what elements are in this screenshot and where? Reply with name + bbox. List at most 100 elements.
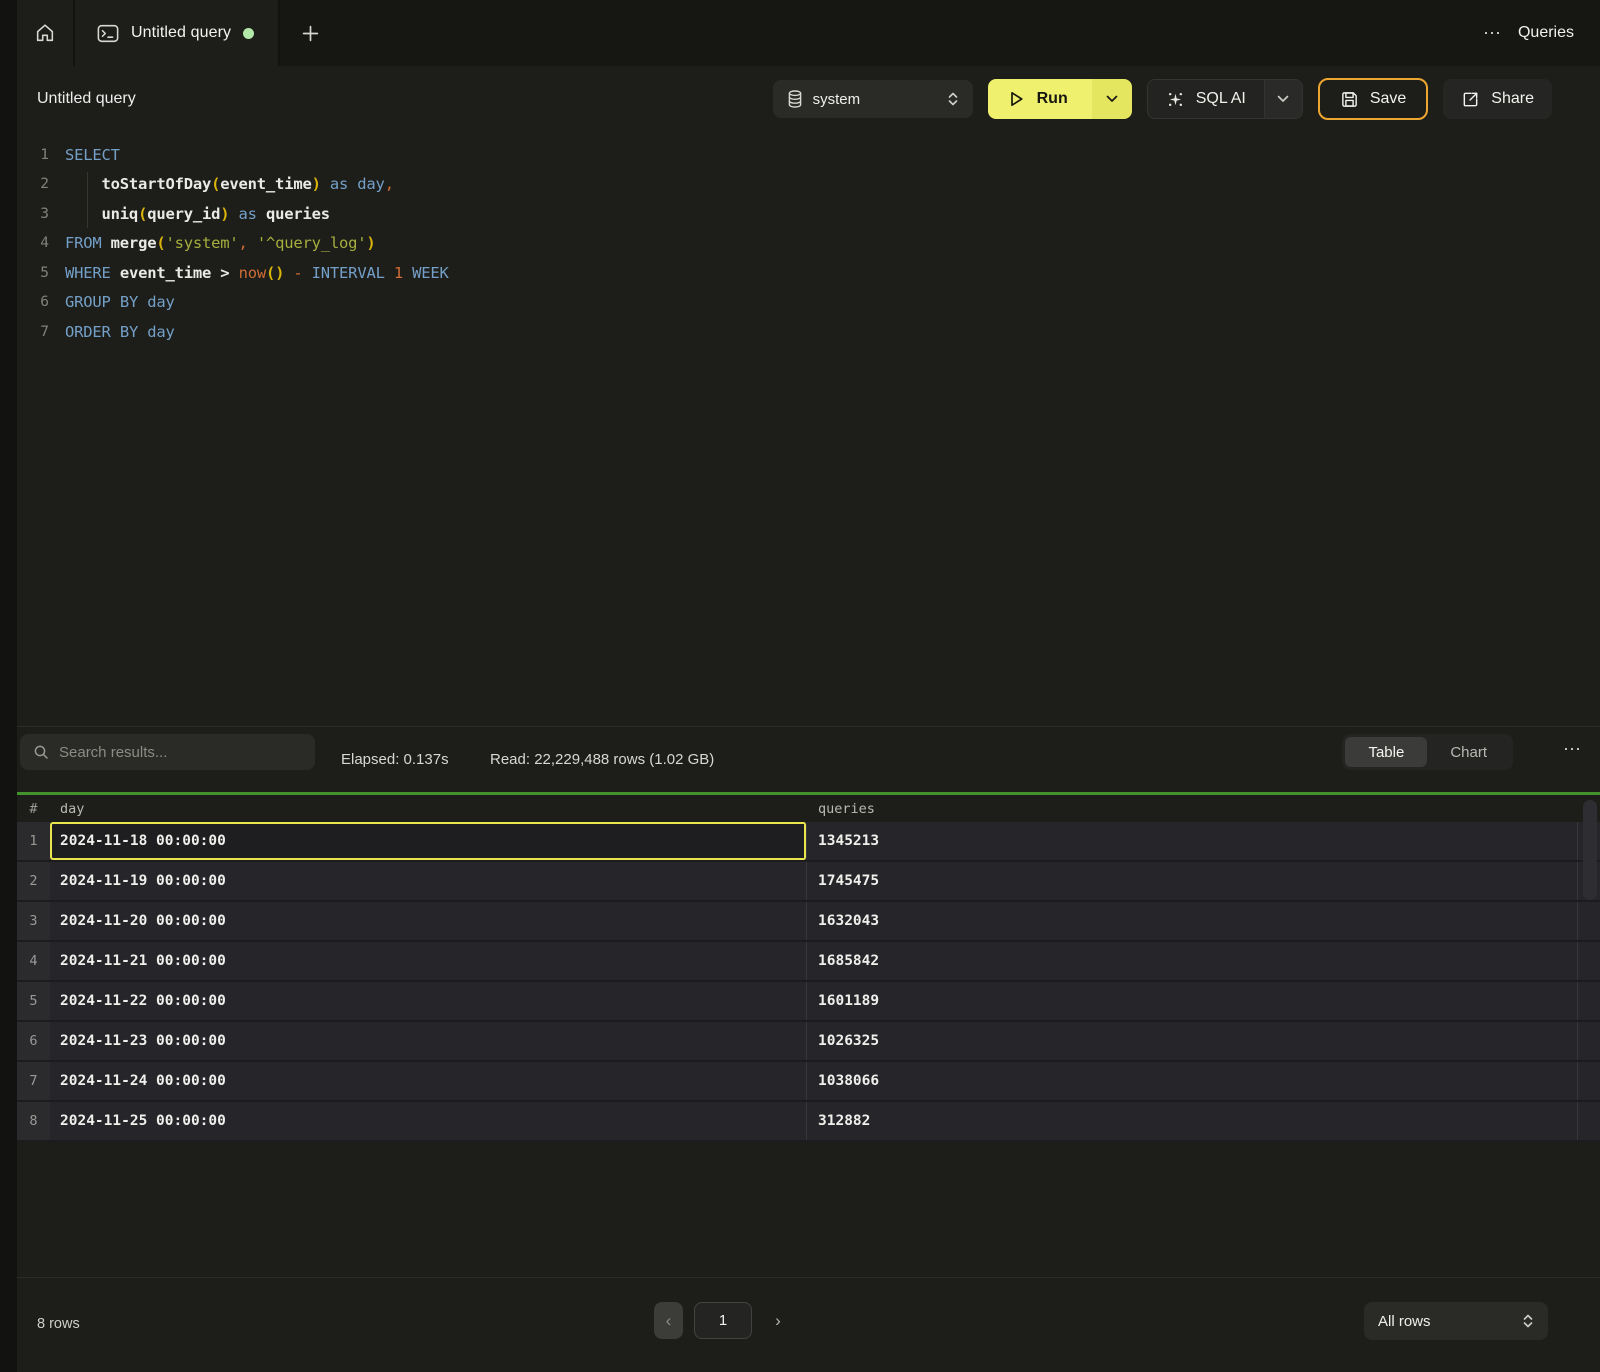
tab-untitled-query[interactable]: Untitled query — [75, 0, 280, 66]
queries-cell[interactable]: 1745475 — [807, 862, 1578, 900]
queries-cell[interactable]: 1601189 — [807, 982, 1578, 1020]
row-number: 4 — [17, 942, 50, 980]
tabbar-overflow-icon[interactable]: ⋯ — [1483, 24, 1502, 42]
day-cell[interactable]: 2024-11-24 00:00:00 — [50, 1062, 807, 1100]
tab-label: Untitled query — [131, 24, 231, 42]
share-icon — [1461, 90, 1480, 109]
results-search[interactable] — [20, 734, 315, 770]
search-icon — [33, 744, 49, 760]
sparkles-icon — [1166, 90, 1185, 109]
indent-guide — [87, 172, 88, 228]
home-tab[interactable] — [17, 0, 75, 66]
run-button[interactable]: Run — [988, 79, 1092, 119]
row-count-label: 8 rows — [37, 1316, 80, 1332]
code-text: uniq(query_id) as queries — [65, 205, 330, 223]
save-button-label: Save — [1370, 90, 1406, 108]
query-header: Untitled query system — [17, 66, 1600, 132]
code-line: 6GROUP BY day — [17, 288, 1600, 318]
table-row: 32024-11-20 00:00:001632043 — [17, 902, 1600, 942]
chart-view-tab[interactable]: Chart — [1427, 737, 1510, 767]
search-input[interactable] — [59, 744, 289, 761]
table-row: 42024-11-21 00:00:001685842 — [17, 942, 1600, 982]
results-menu-icon[interactable]: ⋯ — [1563, 740, 1582, 758]
view-toggle: Table Chart — [1342, 734, 1513, 770]
queries-cell[interactable]: 1345213 — [807, 822, 1578, 860]
line-number: 5 — [17, 265, 65, 281]
code-text: SELECT — [65, 146, 120, 164]
day-cell[interactable]: 2024-11-21 00:00:00 — [50, 942, 807, 980]
next-page-button[interactable]: › — [763, 1302, 793, 1339]
new-tab-button[interactable] — [280, 0, 340, 66]
unsaved-changes-dot — [243, 28, 254, 39]
results-table-header: # day queries — [17, 795, 1600, 822]
code-text: ORDER BY day — [65, 323, 175, 341]
run-options-button[interactable] — [1092, 79, 1132, 119]
table-row: 82024-11-25 00:00:00312882 — [17, 1102, 1600, 1142]
code-line: 4FROM merge('system', '^query_log') — [17, 229, 1600, 259]
results-table: # day queries 12024-11-18 00:00:00134521… — [17, 795, 1600, 1142]
prev-page-button[interactable]: ‹ — [654, 1302, 683, 1339]
code-text: toStartOfDay(event_time) as day, — [65, 175, 394, 193]
code-line: 3 uniq(query_id) as queries — [17, 199, 1600, 229]
line-number: 3 — [17, 206, 65, 222]
queries-link[interactable]: Queries — [1518, 24, 1574, 42]
queries-cell[interactable]: 1685842 — [807, 942, 1578, 980]
sql-ai-button[interactable]: SQL AI — [1148, 80, 1264, 118]
day-cell[interactable]: 2024-11-22 00:00:00 — [50, 982, 807, 1020]
code-line: 5WHERE event_time > now() - INTERVAL 1 W… — [17, 258, 1600, 288]
line-number: 2 — [17, 176, 65, 192]
results-toolbar: Elapsed: 0.137s Read: 22,229,488 rows (1… — [17, 726, 1600, 792]
left-edge-strip — [0, 0, 17, 1372]
row-number: 3 — [17, 902, 50, 940]
current-page-button[interactable]: 1 — [694, 1302, 752, 1339]
database-icon — [787, 90, 803, 108]
code-line: 2 toStartOfDay(event_time) as day, — [17, 170, 1600, 200]
queries-cell[interactable]: 1026325 — [807, 1022, 1578, 1060]
row-number: 7 — [17, 1062, 50, 1100]
save-button[interactable]: Save — [1318, 78, 1428, 120]
table-row: 22024-11-19 00:00:001745475 — [17, 862, 1600, 902]
day-cell[interactable]: 2024-11-18 00:00:00 — [50, 822, 807, 860]
sql-ai-label: SQL AI — [1196, 90, 1246, 108]
updown-chevron-icon — [947, 91, 959, 107]
elapsed-stat: Elapsed: 0.137s — [341, 751, 449, 768]
row-number: 5 — [17, 982, 50, 1020]
pagination: ‹ 1 › — [654, 1302, 793, 1339]
day-cell[interactable]: 2024-11-19 00:00:00 — [50, 862, 807, 900]
updown-chevron-icon — [1522, 1313, 1534, 1329]
read-stat: Read: 22,229,488 rows (1.02 GB) — [490, 751, 714, 768]
row-number: 6 — [17, 1022, 50, 1060]
sql-ai-options-button[interactable] — [1264, 80, 1302, 118]
terminal-icon — [97, 24, 119, 43]
database-select[interactable]: system — [773, 80, 973, 118]
queries-cell[interactable]: 312882 — [807, 1102, 1578, 1140]
code-text: FROM merge('system', '^query_log') — [65, 234, 376, 252]
day-cell[interactable]: 2024-11-20 00:00:00 — [50, 902, 807, 940]
line-number: 7 — [17, 324, 65, 340]
table-scrollbar-thumb[interactable] — [1583, 800, 1597, 900]
row-number: 1 — [17, 822, 50, 860]
day-cell[interactable]: 2024-11-23 00:00:00 — [50, 1022, 807, 1060]
code-line: 7ORDER BY day — [17, 317, 1600, 347]
play-icon — [1008, 90, 1025, 108]
save-icon — [1340, 90, 1359, 109]
tab-bar: Untitled query ⋯ Queries — [17, 0, 1600, 66]
table-view-tab[interactable]: Table — [1345, 737, 1427, 767]
table-row: 12024-11-18 00:00:001345213 — [17, 822, 1600, 862]
line-number: 4 — [17, 235, 65, 251]
day-cell[interactable]: 2024-11-25 00:00:00 — [50, 1102, 807, 1140]
page-size-value: All rows — [1378, 1313, 1431, 1330]
sql-console-app: Untitled query ⋯ Queries Untitled query — [0, 0, 1600, 1372]
row-number: 2 — [17, 862, 50, 900]
sql-editor[interactable]: 1SELECT2 toStartOfDay(event_time) as day… — [17, 140, 1600, 726]
page-title: Untitled query — [37, 90, 136, 108]
page-size-select[interactable]: All rows — [1364, 1302, 1548, 1340]
code-line: 1SELECT — [17, 140, 1600, 170]
queries-cell[interactable]: 1632043 — [807, 902, 1578, 940]
run-button-group: Run — [988, 79, 1132, 119]
row-number: 8 — [17, 1102, 50, 1140]
share-button[interactable]: Share — [1443, 79, 1552, 119]
results-footer: 8 rows ‹ 1 › All rows — [17, 1277, 1600, 1372]
queries-cell[interactable]: 1038066 — [807, 1062, 1578, 1100]
database-select-value: system — [813, 91, 861, 108]
